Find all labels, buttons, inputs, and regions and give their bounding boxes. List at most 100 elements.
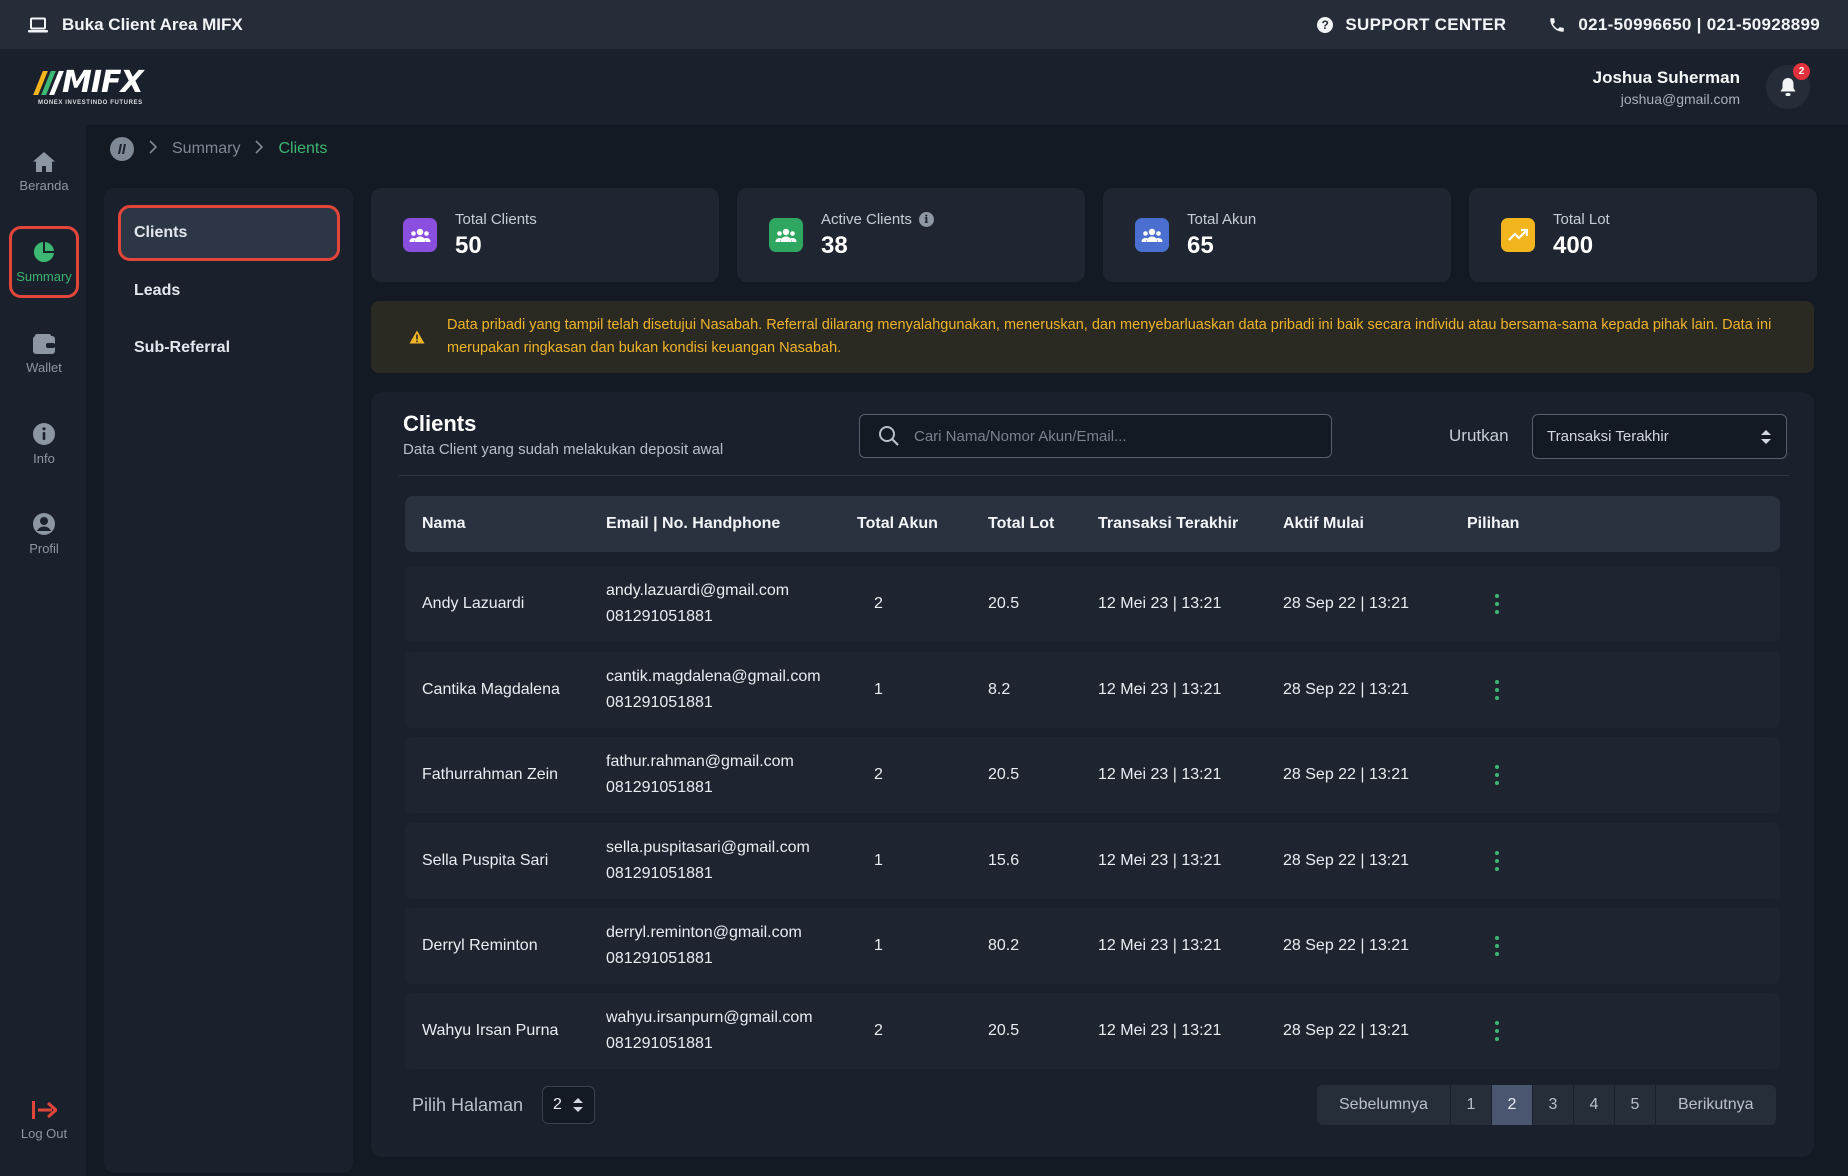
sort-arrows-icon xyxy=(573,1098,583,1112)
client-active-since: 28 Sep 22 | 13:21 xyxy=(1283,937,1410,954)
rail-label-wallet: Wallet xyxy=(26,360,62,375)
user-email: joshua@gmail.com xyxy=(1620,90,1740,107)
privacy-notice: Data pribadi yang tampil telah disetujui… xyxy=(371,301,1814,373)
client-phone: 081291051881 xyxy=(606,1035,713,1052)
page-select-label: Pilih Halaman xyxy=(412,1095,524,1115)
chevron-right-icon xyxy=(254,139,264,159)
more-options-icon[interactable] xyxy=(1487,652,1507,728)
column-header-transaksi-terakhir[interactable]: Transaksi Terakhir xyxy=(1098,496,1238,552)
more-options-icon[interactable] xyxy=(1487,993,1507,1069)
mifx-logo[interactable]: MIFX MONEX INVESTINDO FUTURES xyxy=(33,68,144,106)
page-button-5[interactable]: 5 xyxy=(1613,1085,1655,1125)
stat-label: Active Clients xyxy=(821,210,912,228)
column-header-pilihan: Pilihan xyxy=(1467,515,1520,532)
subnav-item-leads[interactable]: Leads xyxy=(118,263,340,319)
info-icon xyxy=(33,423,55,445)
users-icon xyxy=(403,218,437,252)
notification-badge: 2 xyxy=(1793,63,1810,80)
page-button-4[interactable]: 4 xyxy=(1572,1085,1614,1125)
search-box xyxy=(859,414,1332,458)
stat-card-total-clients: Total Clients 50 xyxy=(371,188,719,282)
client-total-lot: 15.6 xyxy=(988,852,1020,869)
next-page-button[interactable]: Berikutnya xyxy=(1654,1085,1776,1125)
logout-label: Log Out xyxy=(20,1126,68,1141)
table-row[interactable]: Fathurrahman Zein fathur.rahman@gmail.co… xyxy=(405,737,1780,813)
breadcrumb-summary[interactable]: Summary xyxy=(172,140,240,158)
page-button-3[interactable]: 3 xyxy=(1531,1085,1573,1125)
client-last-transaction: 12 Mei 23 | 13:21 xyxy=(1098,595,1222,612)
column-header-aktif-mulai[interactable]: Aktif Mulai xyxy=(1283,496,1364,552)
table-row[interactable]: Sella Puspita Sari sella.puspitasari@gma… xyxy=(405,823,1780,899)
stat-card-active-clients: Active Clients i 38 xyxy=(737,188,1085,282)
user-name: Joshua Suherman xyxy=(1592,67,1740,87)
client-email: derryl.reminton@gmail.com xyxy=(606,924,802,941)
page-button-2[interactable]: 2 xyxy=(1490,1085,1532,1125)
sort-select[interactable]: Transaksi Terakhir xyxy=(1532,414,1787,459)
stat-label: Total Clients xyxy=(455,210,537,228)
table-row[interactable]: Cantika Magdalena cantik.magdalena@gmail… xyxy=(405,652,1780,728)
info-tooltip-icon[interactable]: i xyxy=(918,211,934,227)
client-email: fathur.rahman@gmail.com xyxy=(606,753,794,770)
stat-card-total-akun: Total Akun 65 xyxy=(1103,188,1451,282)
panel-title: Clients xyxy=(403,411,477,436)
notification-button[interactable]: 2 xyxy=(1766,63,1810,109)
logo-subtitle: MONEX INVESTINDO FUTURES xyxy=(38,100,143,106)
phone-icon xyxy=(1550,17,1565,32)
page-select[interactable]: 2 xyxy=(542,1086,595,1124)
column-header-total-akun[interactable]: Total Akun xyxy=(857,496,938,552)
chevron-right-icon xyxy=(148,139,158,159)
more-options-icon[interactable] xyxy=(1487,823,1507,899)
rail-label-profil: Profil xyxy=(29,541,59,556)
table-row[interactable]: Andy Lazuardi andy.lazuardi@gmail.com 08… xyxy=(405,566,1780,642)
table-row[interactable]: Derryl Reminton derryl.reminton@gmail.co… xyxy=(405,908,1780,984)
client-total-akun: 2 xyxy=(874,766,883,783)
column-header-nama[interactable]: Nama xyxy=(422,496,466,552)
search-icon xyxy=(879,426,899,446)
rail-item-beranda[interactable]: Beranda xyxy=(9,137,79,207)
sort-label: Urutkan xyxy=(1449,426,1509,445)
logout-button[interactable]: Log Out xyxy=(9,1085,79,1155)
user-info[interactable]: Joshua Suherman joshua@gmail.com xyxy=(1593,68,1740,107)
stat-value: 65 xyxy=(1187,231,1214,259)
clients-panel: Clients Data Client yang sudah melakukan… xyxy=(371,392,1814,1157)
rail-item-info[interactable]: Info xyxy=(9,409,79,479)
more-options-icon[interactable] xyxy=(1487,737,1507,813)
pie-chart-icon xyxy=(34,242,54,262)
rail-item-summary[interactable]: Summary xyxy=(9,226,79,298)
profile-icon xyxy=(33,513,55,535)
open-client-area-link[interactable]: Buka Client Area MIFX xyxy=(28,15,243,35)
users-icon xyxy=(769,218,803,252)
breadcrumb-home-icon[interactable] xyxy=(110,137,134,161)
column-header-total-lot[interactable]: Total Lot xyxy=(988,496,1054,552)
page-button-1[interactable]: 1 xyxy=(1449,1085,1491,1125)
rail-item-profil[interactable]: Profil xyxy=(9,499,79,569)
subnav-item-clients[interactable]: Clients xyxy=(118,205,340,261)
client-phone: 081291051881 xyxy=(606,694,713,711)
open-client-area-label: Buka Client Area MIFX xyxy=(62,14,243,34)
support-center-link[interactable]: ? SUPPORT CENTER xyxy=(1317,15,1506,35)
client-total-lot: 20.5 xyxy=(988,766,1020,783)
left-rail: Beranda Summary Wallet Info Profil Log O… xyxy=(0,125,86,1176)
rail-label-beranda: Beranda xyxy=(19,178,69,193)
client-phone: 081291051881 xyxy=(606,608,713,625)
more-options-icon[interactable] xyxy=(1487,908,1507,984)
phone-contact[interactable]: 021-50996650 | 021-50928899 xyxy=(1548,15,1820,35)
prev-page-button[interactable]: Sebelumnya xyxy=(1317,1085,1450,1125)
pagination: Sebelumnya 1 2 3 4 5 Berikutnya xyxy=(1317,1085,1776,1125)
client-total-akun: 1 xyxy=(874,852,883,869)
search-input[interactable] xyxy=(914,427,1314,445)
bell-icon xyxy=(1780,78,1796,96)
client-total-lot: 20.5 xyxy=(988,1022,1020,1039)
table-row[interactable]: Wahyu Irsan Purna wahyu.irsanpurn@gmail.… xyxy=(405,993,1780,1069)
client-total-lot: 20.5 xyxy=(988,595,1020,612)
subnav-item-sub-referral[interactable]: Sub-Referral xyxy=(118,320,340,376)
client-email: sella.puspitasari@gmail.com xyxy=(606,839,810,856)
stat-label: Total Akun xyxy=(1187,210,1257,228)
column-header-email[interactable]: Email | No. Handphone xyxy=(606,496,780,552)
client-total-lot: 80.2 xyxy=(988,937,1020,954)
client-last-transaction: 12 Mei 23 | 13:21 xyxy=(1098,1022,1222,1039)
rail-item-wallet[interactable]: Wallet xyxy=(9,319,79,389)
more-options-icon[interactable] xyxy=(1487,566,1507,642)
support-center-label: SUPPORT CENTER xyxy=(1345,14,1507,34)
stat-value: 400 xyxy=(1553,231,1594,259)
